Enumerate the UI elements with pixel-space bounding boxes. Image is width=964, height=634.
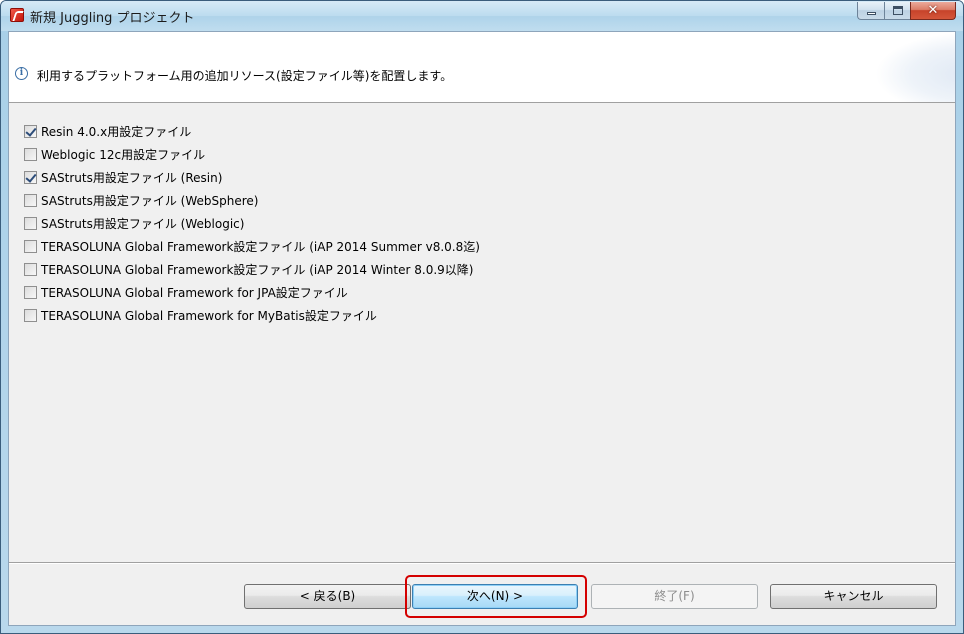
checkbox-unchecked[interactable] xyxy=(24,240,37,253)
option-row[interactable]: TERASOLUNA Global Framework for JPA設定ファイ… xyxy=(24,281,480,304)
dialog-window: 新規 Juggling プロジェクト ✕ i 利用するプラットフォーム用の追加リ… xyxy=(0,0,964,634)
caption-buttons: ✕ xyxy=(857,2,956,21)
option-label: Weblogic 12c用設定ファイル xyxy=(41,148,206,162)
option-row[interactable]: SAStruts用設定ファイル (WebSphere) xyxy=(24,189,480,212)
option-label: TERASOLUNA Global Framework設定ファイル (iAP 2… xyxy=(41,263,474,277)
option-label: SAStruts用設定ファイル (Weblogic) xyxy=(41,217,245,231)
banner-decoration xyxy=(875,32,955,102)
option-row[interactable]: SAStruts用設定ファイル (Resin) xyxy=(24,166,480,189)
option-row[interactable]: TERASOLUNA Global Framework設定ファイル (iAP 2… xyxy=(24,258,480,281)
wizard-banner: i 利用するプラットフォーム用の追加リソース(設定ファイル等)を配置します。 xyxy=(9,32,955,103)
wizard-client-area: i 利用するプラットフォーム用の追加リソース(設定ファイル等)を配置します。 R… xyxy=(8,31,956,626)
banner-message: 利用するプラットフォーム用の追加リソース(設定ファイル等)を配置します。 xyxy=(37,69,453,83)
footer-separator xyxy=(9,562,955,564)
option-row[interactable]: TERASOLUNA Global Framework設定ファイル (iAP 2… xyxy=(24,235,480,258)
option-label: TERASOLUNA Global Framework設定ファイル (iAP 2… xyxy=(41,240,480,254)
option-label: SAStruts用設定ファイル (Resin) xyxy=(41,171,223,185)
checkbox-unchecked[interactable] xyxy=(24,263,37,276)
info-icon: i xyxy=(15,67,28,80)
checkbox-checked[interactable] xyxy=(24,171,37,184)
option-label: Resin 4.0.x用設定ファイル xyxy=(41,125,192,139)
close-icon: ✕ xyxy=(927,3,939,18)
close-button[interactable]: ✕ xyxy=(910,2,956,20)
checkbox-unchecked[interactable] xyxy=(24,148,37,161)
option-row[interactable]: TERASOLUNA Global Framework for MyBatis設… xyxy=(24,304,480,327)
checkbox-unchecked[interactable] xyxy=(24,286,37,299)
cancel-button[interactable]: キャンセル xyxy=(770,584,937,609)
resource-options-list: Resin 4.0.x用設定ファイル Weblogic 12c用設定ファイル SAS… xyxy=(24,120,480,327)
finish-button: 終了(F) xyxy=(591,584,758,609)
checkbox-unchecked[interactable] xyxy=(24,194,37,207)
option-label: SAStruts用設定ファイル (WebSphere) xyxy=(41,194,259,208)
minimize-button[interactable] xyxy=(857,2,884,20)
option-row[interactable]: SAStruts用設定ファイル (Weblogic) xyxy=(24,212,480,235)
checkbox-unchecked[interactable] xyxy=(24,217,37,230)
option-row[interactable]: Weblogic 12c用設定ファイル xyxy=(24,143,480,166)
juggling-app-icon xyxy=(10,8,24,22)
title-bar[interactable]: 新規 Juggling プロジェクト ✕ xyxy=(1,1,963,31)
next-button[interactable]: 次へ(N) > xyxy=(412,584,578,609)
checkbox-checked[interactable] xyxy=(24,125,37,138)
window-title: 新規 Juggling プロジェクト xyxy=(30,11,195,26)
option-label: TERASOLUNA Global Framework for MyBatis設… xyxy=(41,309,377,323)
option-row[interactable]: Resin 4.0.x用設定ファイル xyxy=(24,120,480,143)
checkbox-unchecked[interactable] xyxy=(24,309,37,322)
option-label: TERASOLUNA Global Framework for JPA設定ファイ… xyxy=(41,286,348,300)
maximize-button[interactable] xyxy=(884,2,910,20)
back-button[interactable]: < 戻る(B) xyxy=(244,584,411,609)
